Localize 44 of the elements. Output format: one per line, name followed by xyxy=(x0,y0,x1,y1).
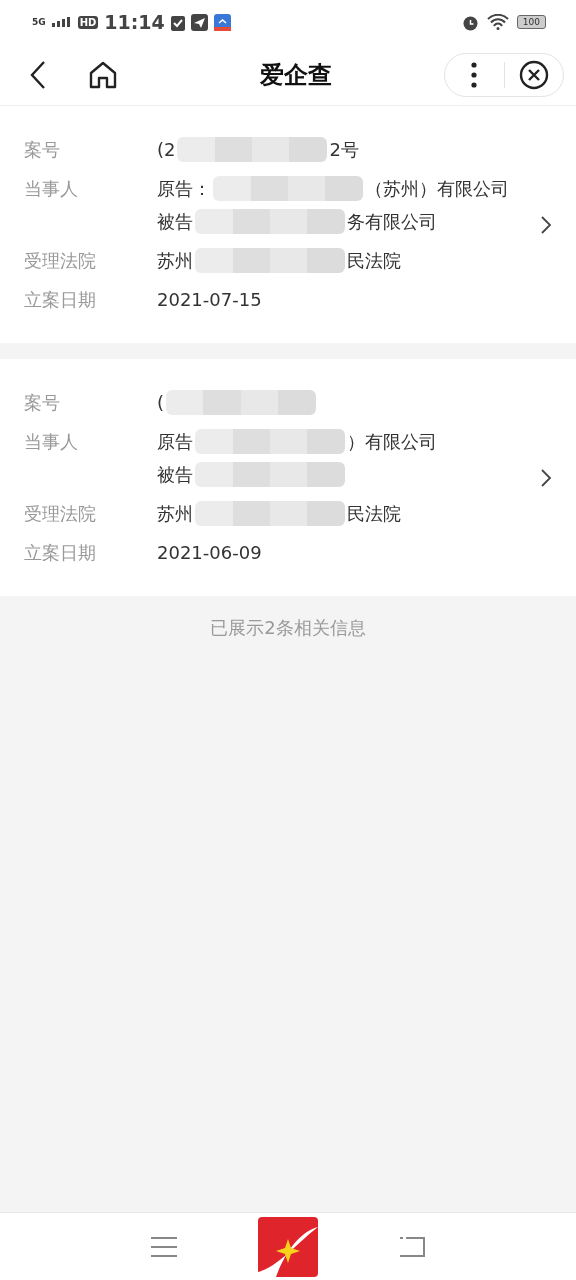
chevron-right-icon[interactable] xyxy=(540,214,552,235)
field-value: 务有限公司 xyxy=(347,210,437,234)
close-icon[interactable] xyxy=(518,59,549,90)
field-label: 受理法院 xyxy=(24,249,97,273)
field-value: 被告 xyxy=(157,463,193,487)
field-label: 受理法院 xyxy=(24,502,97,526)
signal-icon xyxy=(51,17,72,27)
chevron-right-icon[interactable] xyxy=(540,467,552,488)
field-value: 被告 xyxy=(157,210,193,234)
field-value: (2 xyxy=(157,138,176,162)
field-value: 原告： xyxy=(157,177,211,201)
clock-time: 11:14 xyxy=(104,11,165,33)
field-value: （苏州）有限公司 xyxy=(365,177,509,201)
field-value: 民法院 xyxy=(347,249,401,273)
home-button[interactable] xyxy=(88,59,118,90)
menu-button[interactable] xyxy=(150,1235,178,1258)
field-value: 苏州 xyxy=(157,249,193,273)
back-button[interactable] xyxy=(28,59,48,90)
field-label: 立案日期 xyxy=(24,541,97,565)
hd-badge: HD xyxy=(77,15,99,29)
field-value: 民法院 xyxy=(347,502,401,526)
network-label: 5G xyxy=(32,17,46,27)
field-label: 当事人 xyxy=(24,177,79,201)
field-value: 2021-06-09 xyxy=(157,541,262,565)
battery-indicator: 100 xyxy=(516,15,546,29)
app-logo-button[interactable] xyxy=(258,1216,318,1277)
more-icon[interactable] xyxy=(471,61,478,88)
field-label: 当事人 xyxy=(24,430,79,454)
field-label: 立案日期 xyxy=(24,288,97,312)
app-icon xyxy=(213,13,231,31)
clipboard-check-icon xyxy=(170,13,185,31)
field-label: 案号 xyxy=(24,391,61,415)
field-label: 案号 xyxy=(24,138,61,162)
paper-plane-icon xyxy=(190,13,208,31)
field-value: 原告 xyxy=(157,430,193,454)
field-value: 2021-07-15 xyxy=(157,288,262,312)
field-value: 苏州 xyxy=(157,502,193,526)
field-value: ( xyxy=(157,391,165,415)
field-value: ）有限公司 xyxy=(347,430,437,454)
result-count-note: 已展示2条相关信息 xyxy=(210,617,366,638)
field-value: 2号 xyxy=(329,138,359,162)
wifi-icon xyxy=(486,14,509,30)
back-nav-button[interactable] xyxy=(398,1235,426,1258)
page-title: 爱企查 xyxy=(259,59,333,91)
